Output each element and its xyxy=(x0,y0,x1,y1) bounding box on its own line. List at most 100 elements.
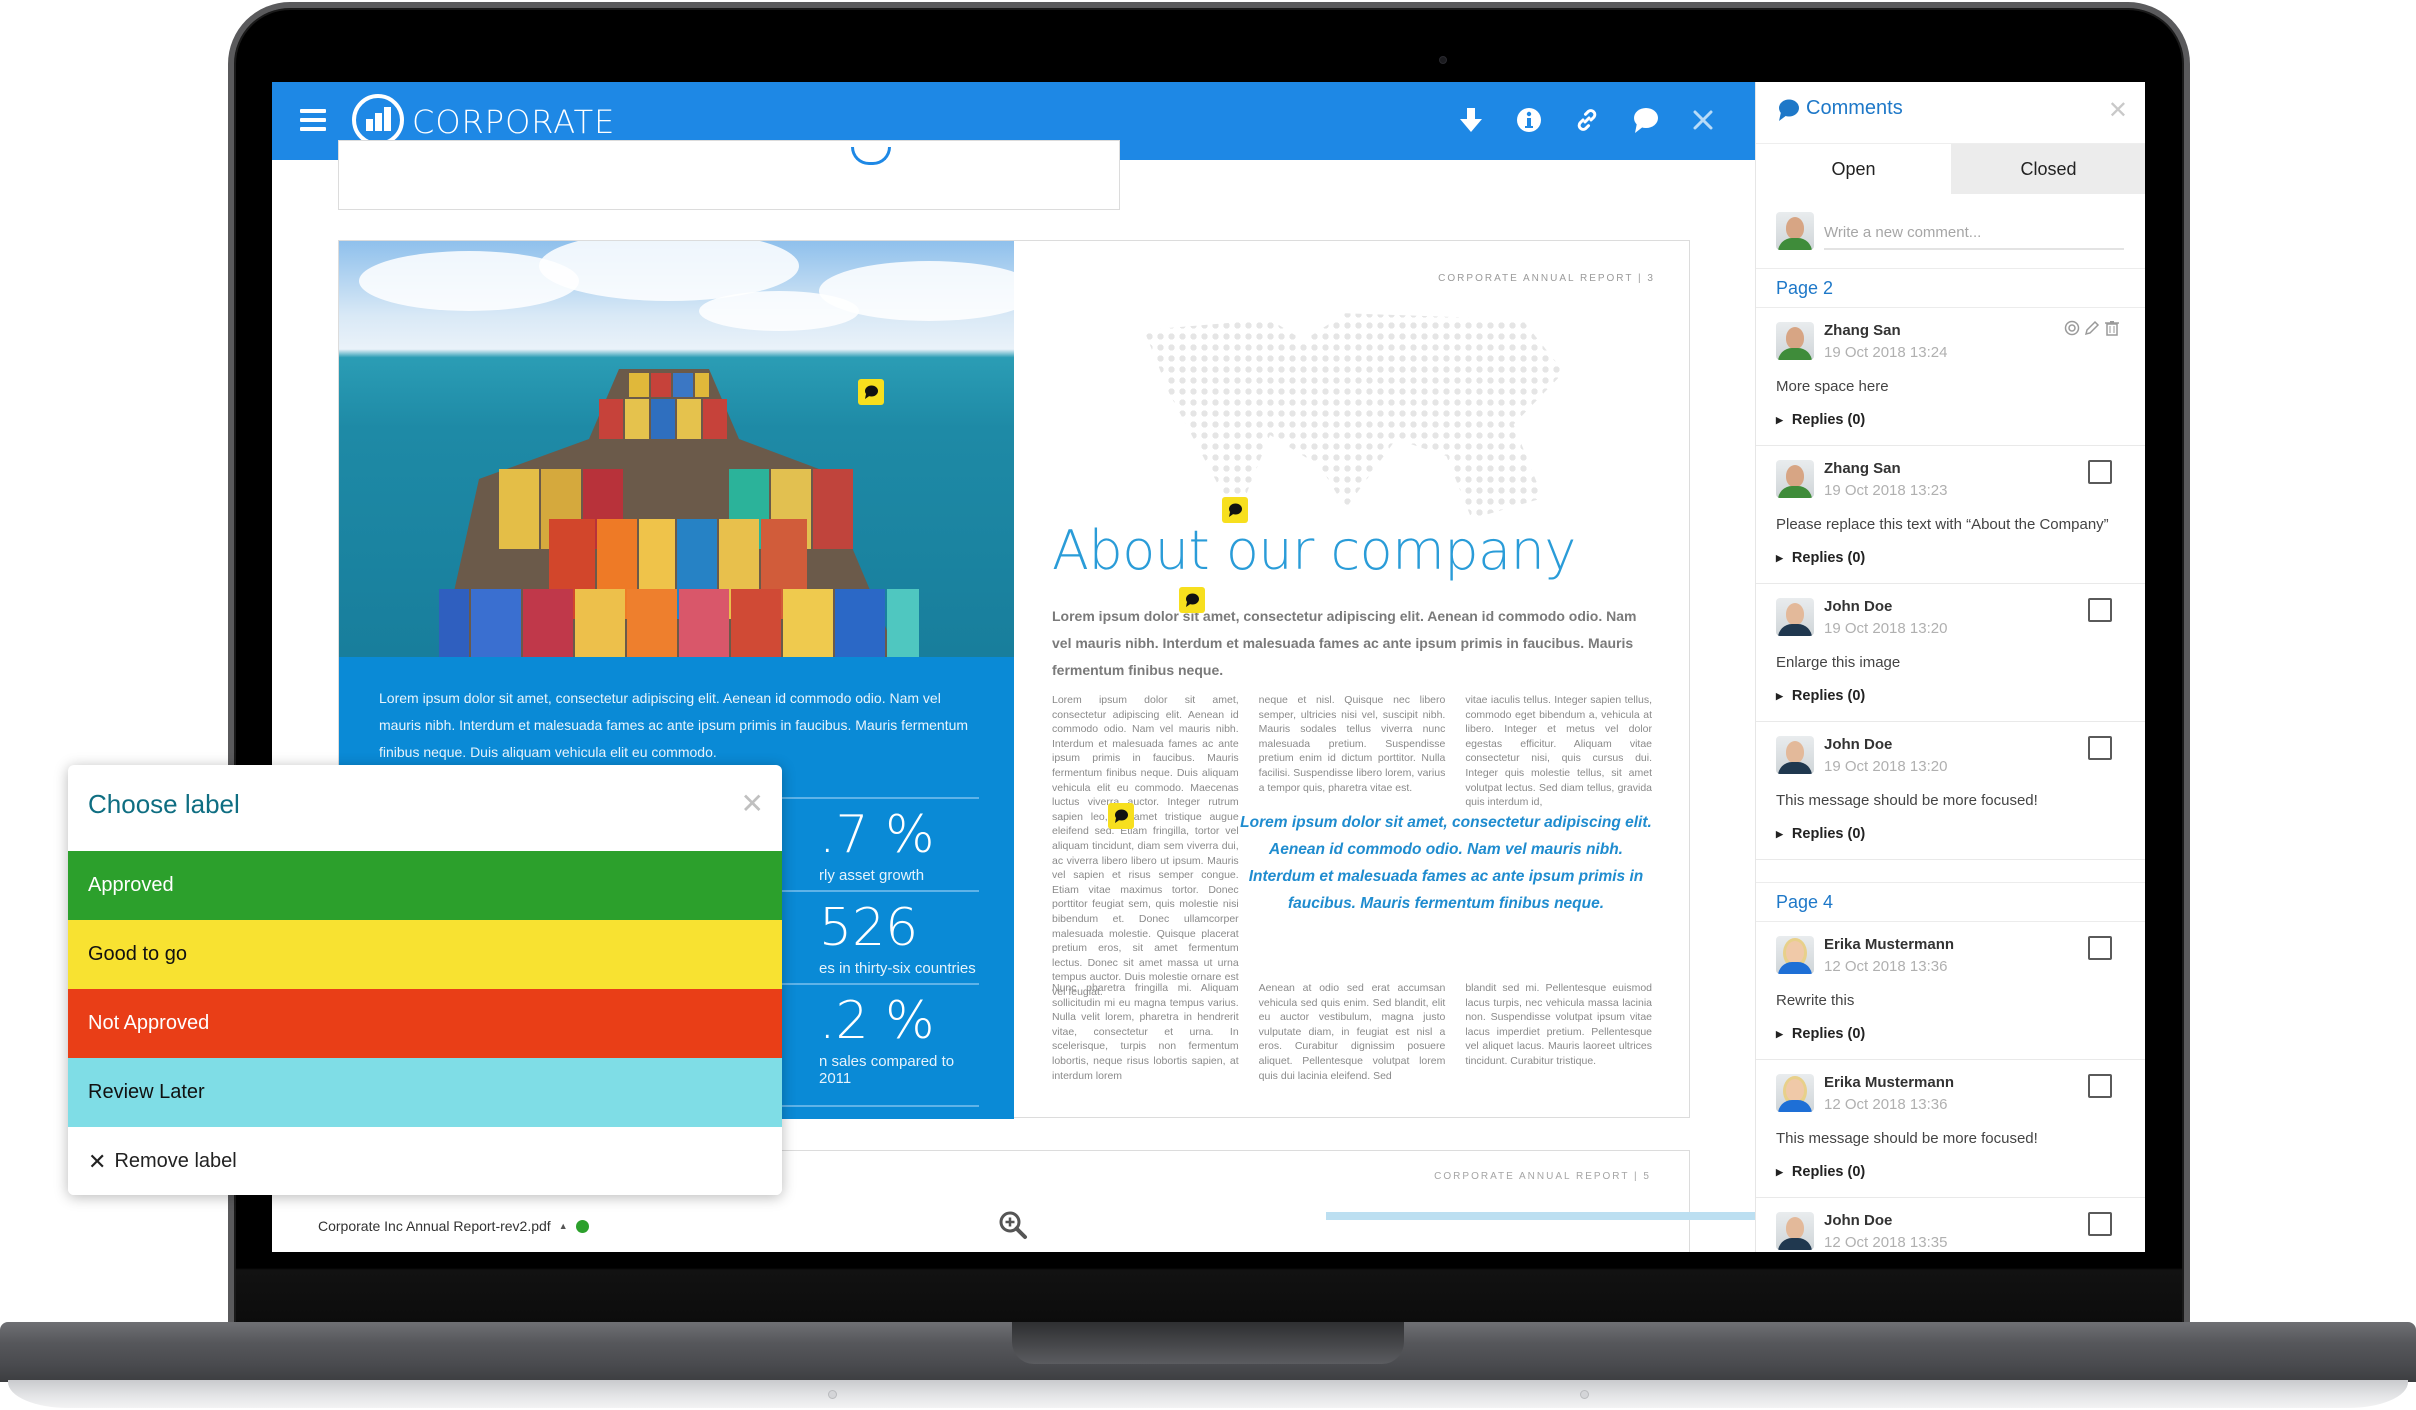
webcam xyxy=(1439,56,1447,64)
comment-marker-icon[interactable] xyxy=(858,379,884,405)
replies-toggle[interactable]: ▶ Replies (0) xyxy=(1776,550,1865,566)
caret-up-icon: ▲ xyxy=(558,1221,568,1231)
close-dialog-icon[interactable]: ✕ xyxy=(741,787,764,820)
zoom-in-icon[interactable] xyxy=(998,1210,1028,1240)
resolve-checkbox[interactable] xyxy=(2088,460,2112,484)
comment-actions xyxy=(2064,320,2120,341)
comment-item[interactable]: Erika Mustermann 12 Oct 2018 13:36 Rewrite… xyxy=(1756,922,2145,1060)
body-column: blandit sed mi. Pellentesque euismod lac… xyxy=(1465,982,1653,1067)
running-header: CORPORATE ANNUAL REPORT | 3 xyxy=(1438,273,1655,284)
stat-caption: es in thirty-six countries xyxy=(819,960,976,977)
remove-label-text: Remove label xyxy=(114,1150,237,1172)
resolve-checkbox[interactable] xyxy=(2088,936,2112,960)
avatar xyxy=(1776,736,1814,774)
label-options: Approved Good to go Not Approved Review … xyxy=(68,851,782,1195)
comment-message: Enlarge this image xyxy=(1776,654,1901,671)
container-ship-photo xyxy=(339,241,1014,657)
laptop-foot xyxy=(1580,1390,1589,1399)
laptop-foot xyxy=(828,1390,837,1399)
avatar xyxy=(1776,322,1814,360)
body-column: Lorem ipsum dolor sit amet, consectetur … xyxy=(1052,694,1239,998)
replies-toggle[interactable]: ▶ Replies (0) xyxy=(1776,1164,1865,1180)
comment-message: This message should be more focused! xyxy=(1776,1130,2038,1147)
target-icon[interactable] xyxy=(2064,320,2080,341)
comment-page-heading[interactable]: Page 2 xyxy=(1756,268,2145,308)
comment-author: John Doe xyxy=(1824,736,1893,753)
comment-item[interactable]: Zhang San 19 Oct 2018 13:23 Please replace… xyxy=(1756,446,2145,584)
label-option-not-approved[interactable]: Not Approved xyxy=(68,989,782,1058)
comment-message: More space here xyxy=(1776,378,1889,395)
replies-toggle[interactable]: ▶ Replies (0) xyxy=(1776,826,1865,842)
label-option-review-later[interactable]: Review Later xyxy=(68,1058,782,1127)
comments-panel: Comments ✕ Open Closed Page 2 Zhang San 19… xyxy=(1755,82,2145,1252)
menu-icon[interactable] xyxy=(300,109,326,131)
close-comments-icon[interactable]: ✕ xyxy=(2108,96,2128,125)
resolve-checkbox[interactable] xyxy=(2088,1074,2112,1098)
comment-timestamp: 19 Oct 2018 13:24 xyxy=(1824,344,1948,361)
label-option-approved[interactable]: Approved xyxy=(68,851,782,920)
label-option-good-to-go[interactable]: Good to go xyxy=(68,920,782,989)
edit-icon[interactable] xyxy=(2084,320,2100,341)
comment-author: John Doe xyxy=(1824,1212,1893,1229)
caret-right-icon: ▶ xyxy=(1776,1167,1783,1177)
comment-item[interactable]: Erika Mustermann 12 Oct 2018 13:36 This me… xyxy=(1756,1060,2145,1198)
replies-toggle[interactable]: ▶ Replies (0) xyxy=(1776,688,1865,704)
comment-author: Zhang San xyxy=(1824,322,1901,339)
new-comment-input[interactable] xyxy=(1824,216,2124,250)
comment-marker-icon[interactable] xyxy=(1222,497,1248,523)
replies-label: Replies (0) xyxy=(1791,412,1866,428)
comments-header: Comments ✕ xyxy=(1756,82,2145,144)
lead-paragraph: Lorem ipsum dolor sit amet, consectetur … xyxy=(1052,608,1637,678)
panel-intro-text: Lorem ipsum dolor sit amet, consectetur … xyxy=(379,690,969,760)
comment-timestamp: 12 Oct 2018 13:36 xyxy=(1824,1096,1948,1113)
body-columns-bottom: Nunc pharetra fringilla mi. Aliquam soll… xyxy=(1052,981,1652,1083)
info-icon[interactable] xyxy=(1515,100,1543,140)
comment-page-heading[interactable]: Page 4 xyxy=(1756,882,2145,922)
comment-timestamp: 12 Oct 2018 13:35 xyxy=(1824,1234,1948,1251)
brand-name: CORPORATE xyxy=(412,103,616,141)
replies-toggle[interactable]: ▶ Replies (0) xyxy=(1776,1026,1865,1042)
comment-item[interactable]: Zhang San 19 Oct 2018 13:24 More space her… xyxy=(1756,308,2145,446)
running-header: CORPORATE ANNUAL REPORT | 5 xyxy=(1434,1171,1651,1182)
avatar xyxy=(1776,936,1814,974)
comment-message: This message should be more focused! xyxy=(1776,792,2038,809)
close-icon[interactable] xyxy=(1689,100,1717,140)
resolve-checkbox[interactable] xyxy=(2088,736,2112,760)
file-name-indicator[interactable]: Corporate Inc Annual Report-rev2.pdf ▲ xyxy=(318,1218,595,1234)
comment-author: Erika Mustermann xyxy=(1824,1074,1955,1091)
comment-marker-icon[interactable] xyxy=(1179,587,1205,613)
tab-closed[interactable]: Closed xyxy=(1951,144,2145,194)
stat-value: .2 % xyxy=(819,991,935,1051)
comments-bubble-icon xyxy=(1776,98,1800,127)
avatar xyxy=(1776,1074,1814,1112)
caret-right-icon: ▶ xyxy=(1776,829,1783,839)
replies-label: Replies (0) xyxy=(1791,1164,1866,1180)
caret-right-icon: ▶ xyxy=(1776,1029,1783,1039)
comment-item[interactable]: John Doe 12 Oct 2018 13:35 xyxy=(1756,1198,2145,1252)
comment-timestamp: 12 Oct 2018 13:36 xyxy=(1824,958,1948,975)
avatar xyxy=(1776,1212,1814,1250)
comment-item[interactable]: John Doe 19 Oct 2018 13:20 This message sh… xyxy=(1756,722,2145,860)
comment-marker-icon[interactable] xyxy=(1108,803,1134,829)
replies-toggle[interactable]: ▶ Replies (0) xyxy=(1776,412,1865,428)
remove-x-icon: ✕ xyxy=(88,1148,107,1174)
avatar xyxy=(1776,212,1814,250)
page-headline: About our company xyxy=(1052,519,1576,582)
comment-item[interactable]: John Doe 19 Oct 2018 13:20 Enlarge this im… xyxy=(1756,584,2145,722)
pull-quote: Lorem ipsum dolor sit amet, consectetur … xyxy=(1240,814,1652,912)
link-icon[interactable] xyxy=(1573,100,1601,140)
remove-label-button[interactable]: ✕ Remove label xyxy=(68,1127,782,1195)
page-3: CORPORATE ANNUAL REPORT | 3 About our co… xyxy=(1014,241,1691,1119)
tab-open[interactable]: Open xyxy=(1756,144,1951,194)
body-column: Nunc pharetra fringilla mi. Aliquam soll… xyxy=(1052,982,1239,1082)
stat-caption: n sales compared to 2011 xyxy=(819,1053,955,1087)
trash-icon[interactable] xyxy=(2104,320,2120,341)
resolve-checkbox[interactable] xyxy=(2088,598,2112,622)
download-icon[interactable] xyxy=(1457,100,1485,140)
choose-label-dialog: Choose label ✕ Approved Good to go Not A… xyxy=(68,765,782,1195)
comment-icon[interactable] xyxy=(1631,100,1659,140)
page-5-fragment: CORPORATE ANNUAL REPORT | 5 xyxy=(1272,1150,1690,1252)
resolve-checkbox[interactable] xyxy=(2088,1212,2112,1236)
comments-tabs: Open Closed xyxy=(1756,144,2145,194)
